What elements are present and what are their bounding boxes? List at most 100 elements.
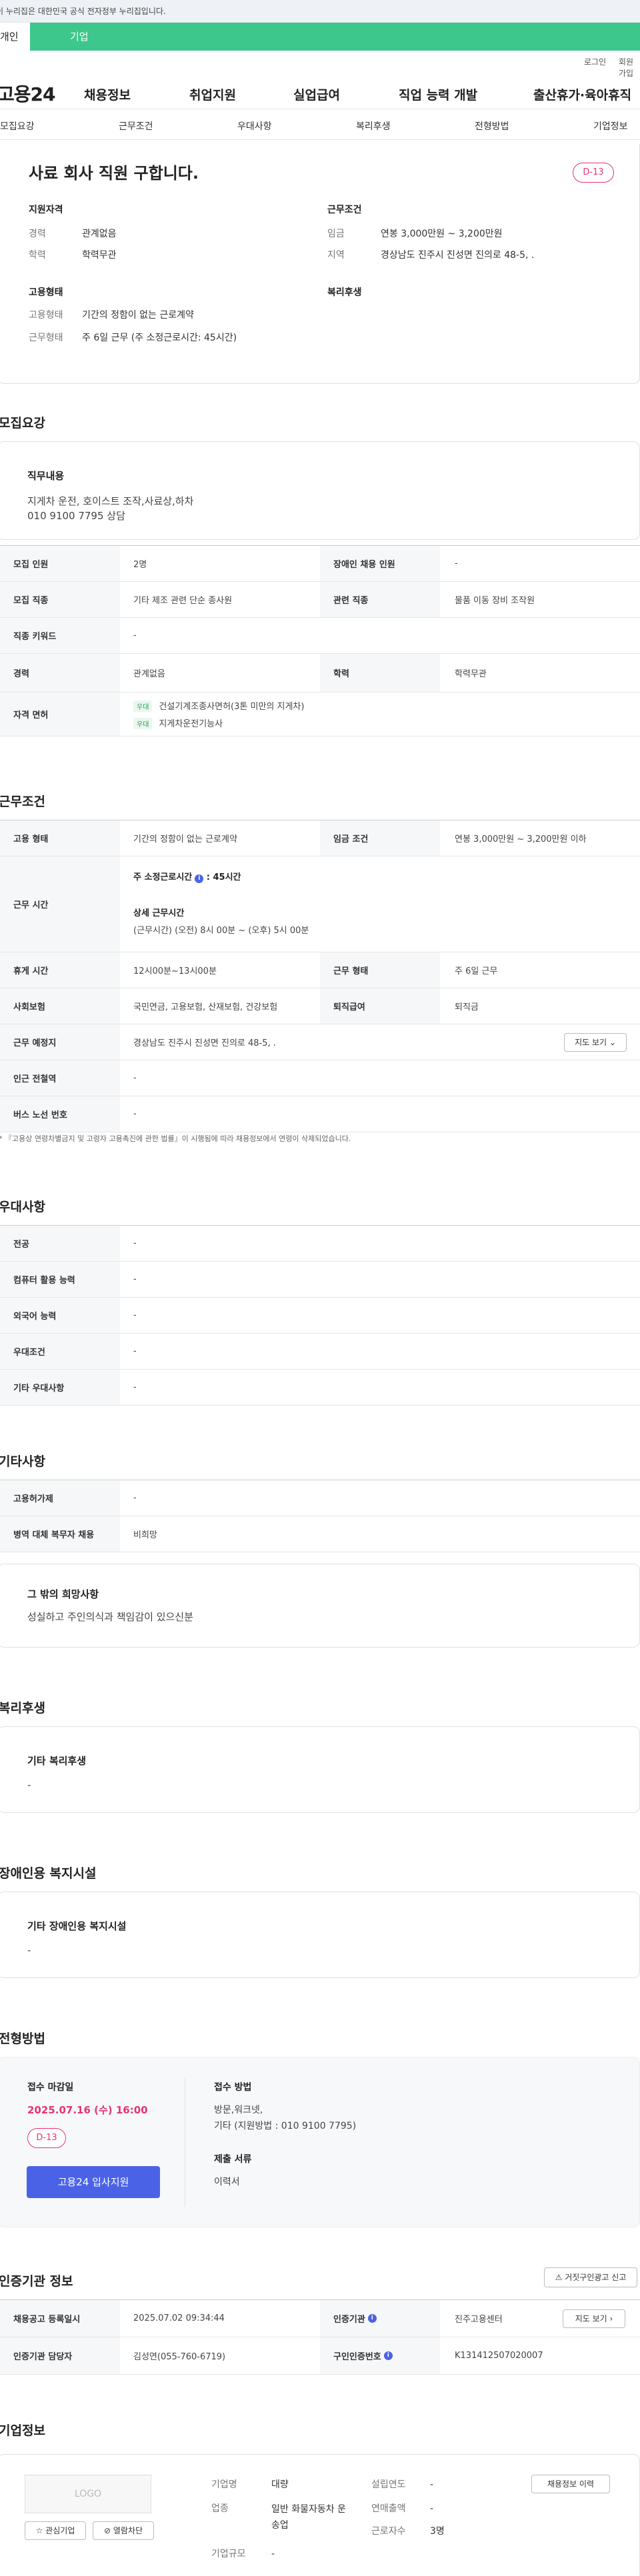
table-row: 인증기관 담당자 김성연(055-760-6719) 구인인증번호 i K131412… (0, 2337, 640, 2375)
table-row: 컴퓨터 활용 능력 - (0, 1262, 640, 1298)
site-logo[interactable]: 고용24 (0, 80, 55, 107)
login-link[interactable]: 로그인 (584, 56, 606, 67)
lnb-recruit[interactable]: 모집요강 (0, 119, 35, 133)
gnb-employment-support[interactable]: 취업지원 (189, 85, 236, 103)
table-row: 모집 직종 기타 제조 관련 단순 종사원 관련 직종 물품 이동 장비 조작원 (0, 582, 640, 618)
table-row: 우대조건 - (0, 1334, 640, 1370)
table-row: 기타 우대사항 - (0, 1370, 640, 1406)
table-row: 전공 - (0, 1226, 640, 1262)
other-box: 그 밖의 희망사항 성실하고 주인의식과 책임감이 있으신분 (0, 1564, 640, 1648)
cond-region: 지역 경상남도 진주시 진성면 진의로 48-5, . (327, 250, 535, 261)
method-label: 접수 방법 (214, 2082, 252, 2093)
work-section-title: 근무조건 (0, 794, 45, 809)
hours-detail-title: 상세 근무시간 (133, 908, 185, 918)
duty-line-2: 010 9100 7795 상담 (27, 510, 125, 522)
table-row: 버스 노선 번호 - (0, 1096, 640, 1132)
tab-business[interactable]: 기업 (30, 23, 163, 51)
info-icon[interactable]: i (367, 2314, 377, 2323)
table-row: 사회보험 국민연금, 고용보험, 산재보험, 건강보험 퇴직급여 퇴직금 (0, 988, 640, 1024)
gov-banner: 이 누리집은 대한민국 공식 전자정부 누리집입니다. (0, 0, 640, 23)
emp-heading: 고용형태 (29, 287, 63, 298)
table-row: 모집 인원 2명 장애인 채용 인원 - (0, 546, 640, 582)
gnb-skill-development[interactable]: 직업 능력 개발 (399, 85, 477, 103)
dday-badge: D-13 (573, 163, 614, 183)
apply-button[interactable]: 고용24 입사지원 (27, 2166, 160, 2198)
disability-box-value: - (27, 1944, 31, 1956)
company-box: LOGO ☆ 관심기업 ⊘ 열람차단 기업명 대량 업종 일반 화물자동차 운송업 … (0, 2454, 640, 2576)
cond-wage: 임금 연봉 3,000만원 ~ 3,200만원 (327, 229, 503, 239)
agency-table: 채용공고 등록일시 2025.07.02 09:34:44 인증기관 i 진주고용센터… (0, 2299, 640, 2375)
place-row: 근무 예정지 경상남도 진주시 진성면 진의로 48-5, . 지도 보기 ⌄ (0, 1024, 640, 1060)
license-row: 자격 면허 우대 건설기계조종사면허(3톤 미만의 지게차) 우대 지게차운전기능사 (0, 692, 640, 736)
welfare-box: 기타 복리후생 - (0, 1726, 640, 1813)
other-title: 그 밖의 희망사항 (27, 1588, 99, 1600)
section-nav: 모집요강 근무조건 우대사항 복리후생 전형방법 기업정보 (0, 109, 640, 140)
disability-box: 기타 장애인용 복지시설 - (0, 1892, 640, 1978)
recruit-section-title: 모집요강 (0, 416, 45, 431)
favorite-button[interactable]: ☆ 관심기업 (25, 2521, 86, 2540)
emp-type: 고용형태 기간의 정함이 없는 근로계약 (29, 310, 194, 321)
info-icon[interactable]: i (383, 2351, 393, 2360)
table-row: 고용허가제 - (0, 1480, 640, 1516)
lnb-company[interactable]: 기업정보 (593, 119, 628, 133)
pref-table: 전공 - 컴퓨터 활용 능력 - 외국어 능력 - 우대조건 - 기타 우대사항 - (0, 1225, 640, 1406)
qual-education: 학력 학력무관 (29, 250, 117, 261)
work-table: 고용 형태 기간의 정함이 없는 근로계약 임금 조건 연봉 3,000만원 ~ 3… (0, 820, 640, 1132)
gnb-unemployment-benefit[interactable]: 실업급여 (293, 85, 340, 103)
map-button[interactable]: 지도 보기 ⌄ (564, 1033, 627, 1052)
hours-detail: (근무시간) (오전) 8시 00분 ~ (오후) 5시 00분 (133, 926, 309, 936)
job-title: 사료 회사 직원 구합니다. (29, 164, 199, 183)
company-industry: 업종 일반 화물자동차 운송업 (211, 2503, 346, 2531)
gnb-jobs[interactable]: 채용정보 (84, 85, 131, 103)
company-name: 기업명 대량 (211, 2479, 289, 2490)
gnb-parental-leave[interactable]: 출산휴가·육아휴직 (533, 85, 631, 103)
qual-career: 경력 관계없음 (29, 229, 117, 239)
duty-title: 직무내용 (27, 470, 65, 482)
info-icon[interactable]: i (195, 874, 204, 883)
cond-heading: 근무조건 (327, 205, 362, 215)
history-button[interactable]: 채용정보 이력 (531, 2475, 610, 2493)
pref-section-title: 우대사항 (0, 1200, 45, 1214)
block-button[interactable]: ⊘ 열람차단 (93, 2521, 154, 2540)
method-line-2: 기타 (지원방법 : 010 9100 7795) (214, 2121, 357, 2131)
chevron-right-icon: › (609, 2314, 613, 2323)
company-section-title: 기업정보 (0, 2423, 45, 2438)
docs-label: 제출 서류 (214, 2154, 252, 2165)
table-row: 휴게 시간 12시00분~13시00분 근무 형태 주 6일 근무 (0, 952, 640, 988)
chevron-down-icon: ⌄ (609, 1038, 616, 1047)
company-founded: 설립연도 - (371, 2479, 434, 2490)
utility-bar: 로그인 회원가입 (0, 51, 640, 78)
deadline-value: 2025.07.16 (수) 16:00 (27, 2104, 148, 2116)
duty-line-1: 지게차 운전, 호이스트 조작,사료상,하차 (27, 495, 194, 507)
company-employees: 근로자수 3명 (371, 2526, 445, 2537)
global-nav: 고용24 채용정보 취업지원 실업급여 직업 능력 개발 출산휴가·육아휴직 (0, 69, 640, 109)
agency-map-button[interactable]: 지도 보기 › (563, 2309, 625, 2328)
emp-schedule: 근무형태 주 6일 근무 (주 소정근로시간: 45시간) (29, 333, 237, 343)
hours-row: 근무 시간 주 소정근로시간 i : 45시간 상세 근무시간 (근무시간) (오… (0, 856, 640, 952)
deadline-label: 접수 마감일 (27, 2082, 74, 2093)
selection-dday-badge: D-13 (27, 2128, 66, 2148)
lnb-preference[interactable]: 우대사항 (237, 119, 272, 133)
disability-section-title: 장애인용 복지시설 (0, 1866, 97, 1881)
lnb-work[interactable]: 근무조건 (119, 119, 153, 133)
disability-box-title: 기타 장애인용 복지시설 (27, 1920, 127, 1932)
table-row: 인근 전철역 - (0, 1060, 640, 1096)
table-row: 채용공고 등록일시 2025.07.02 09:34:44 인증기관 i 진주고용센터… (0, 2300, 640, 2337)
table-row: 외국어 능력 - (0, 1298, 640, 1334)
table-row: 직종 키워드 - (0, 618, 640, 654)
recruit-table: 모집 인원 2명 장애인 채용 인원 - 모집 직종 기타 제조 관련 단순 종사원 … (0, 545, 640, 736)
report-button[interactable]: ⚠ 거짓구인광고 신고 (544, 2267, 637, 2287)
company-revenue: 연매출액 - (371, 2503, 434, 2514)
method-line-1: 방문,워크넷, (214, 2105, 263, 2115)
age-note: * 『고용상 연령차별금지 및 고령자 고용촉진에 관한 법률』이 시행됨에 따… (0, 1134, 351, 1143)
docs-value: 이력서 (214, 2177, 240, 2187)
lnb-selection[interactable]: 전형방법 (475, 119, 509, 133)
tab-personal[interactable]: 개인 (0, 23, 30, 51)
etc-section-title: 기타사항 (0, 1454, 45, 1469)
lnb-welfare[interactable]: 복리후생 (356, 119, 391, 133)
selection-box: 접수 마감일 2025.07.16 (수) 16:00 D-13 접수 방법 방… (0, 2057, 640, 2227)
block-icon: ⊘ (103, 2526, 111, 2535)
company-logo: LOGO (25, 2475, 151, 2513)
welfare-box-value: - (27, 1779, 31, 1791)
etc-table: 고용허가제 - 병역 대체 복무자 채용 비희망 (0, 1480, 640, 1552)
